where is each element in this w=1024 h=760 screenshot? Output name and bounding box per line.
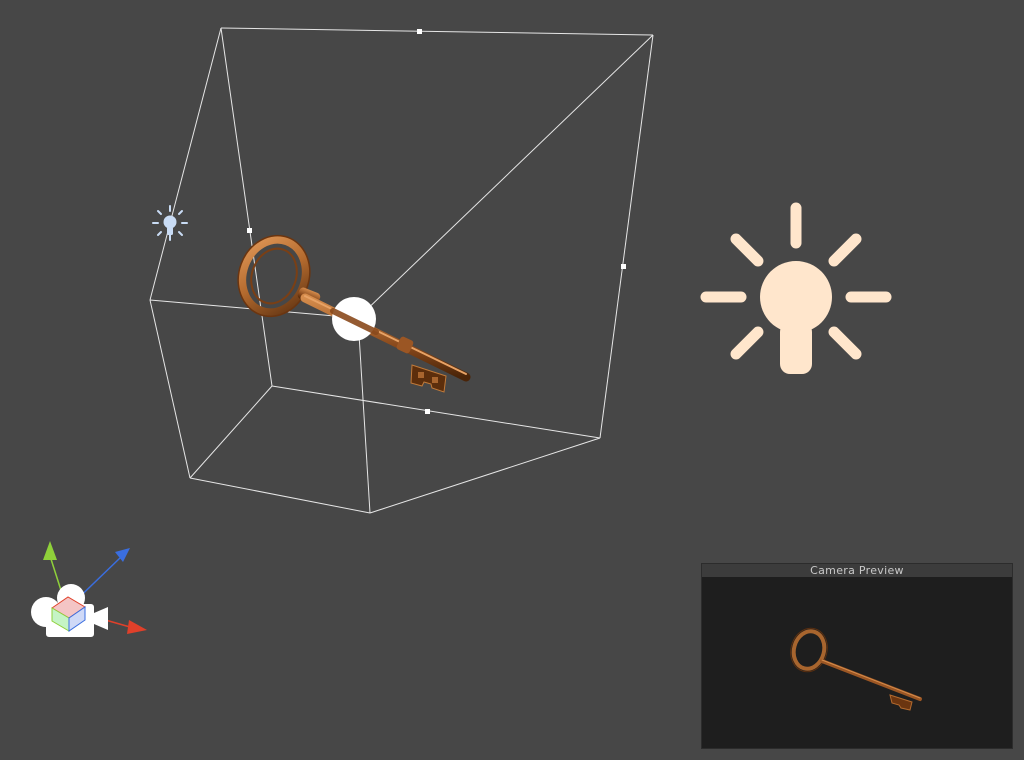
frustum-handle-top[interactable]: [417, 29, 422, 34]
camera-preview-panel[interactable]: Camera Preview: [701, 563, 1013, 749]
frustum-handle-right[interactable]: [621, 264, 626, 269]
frustum-handle-left[interactable]: [247, 228, 252, 233]
preview-key-model: [790, 627, 922, 711]
frustum-handles[interactable]: [247, 29, 626, 414]
frustum-handle-bottom[interactable]: [425, 409, 430, 414]
camera-frustum-gizmo[interactable]: [149, 27, 654, 514]
small-sun-light-icon[interactable]: [152, 205, 188, 241]
camera-preview-title: Camera Preview: [702, 564, 1012, 577]
camera-preview-viewport: [702, 577, 1012, 748]
camera-icon[interactable]: [31, 584, 108, 637]
lightbulb-icon[interactable]: [700, 202, 892, 374]
